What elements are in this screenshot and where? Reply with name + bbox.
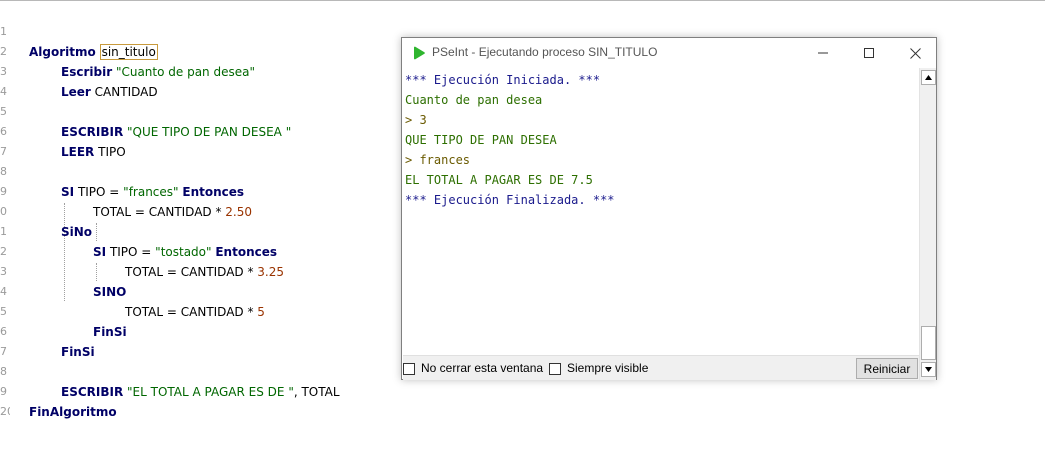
vertical-scrollbar[interactable]	[919, 68, 936, 380]
always-visible-label[interactable]: Siempre visible	[567, 361, 648, 375]
maximize-icon	[864, 48, 874, 58]
maximize-button[interactable]	[846, 38, 892, 68]
scrollbar-thumb[interactable]	[921, 326, 936, 360]
code-line-20[interactable]: 20	[0, 382, 1045, 418]
pseint-play-icon	[414, 46, 425, 60]
arrow-down-icon	[925, 367, 932, 372]
keep-open-label[interactable]: No cerrar esta ventana	[421, 361, 543, 375]
minimize-button[interactable]	[800, 38, 846, 68]
scroll-down-button[interactable]	[921, 362, 936, 377]
output-line: *** Ejecución Iniciada. ***	[405, 73, 601, 87]
minimize-icon	[818, 52, 828, 54]
code-line-1[interactable]: 1 Algoritmo sin_titulo	[0, 2, 1045, 60]
output-line: *** Ejecución Finalizada. ***	[405, 193, 615, 207]
close-button[interactable]	[892, 38, 938, 68]
always-visible-checkbox[interactable]	[549, 363, 561, 375]
console-output[interactable]: *** Ejecución Iniciada. *** Cuanto de pa…	[403, 68, 919, 355]
output-line: QUE TIPO DE PAN DESEA	[405, 133, 557, 147]
window-titlebar[interactable]: PSeInt - Ejecutando proceso SIN_TITULO	[402, 38, 936, 68]
window-title: PSeInt - Ejecutando proceso SIN_TITULO	[432, 45, 658, 59]
output-line: > 3	[405, 113, 427, 127]
output-line: > frances	[405, 153, 471, 167]
console-bottom-bar: No cerrar esta ventana Siempre visible R…	[403, 355, 919, 380]
close-icon	[909, 47, 921, 59]
keyword: FinAlgoritmo	[29, 405, 117, 419]
output-line: Cuanto de pan desea	[405, 93, 543, 107]
arrow-up-icon	[925, 75, 932, 80]
restart-button[interactable]: Reiniciar	[856, 358, 918, 379]
editor-top-border	[0, 0, 1045, 1]
scroll-up-button[interactable]	[921, 70, 936, 85]
execution-window[interactable]: PSeInt - Ejecutando proceso SIN_TITULO *…	[401, 37, 937, 380]
output-line: EL TOTAL A PAGAR ES DE 7.5	[405, 173, 593, 187]
line-number: 20	[0, 405, 10, 418]
keep-open-checkbox[interactable]	[403, 363, 415, 375]
